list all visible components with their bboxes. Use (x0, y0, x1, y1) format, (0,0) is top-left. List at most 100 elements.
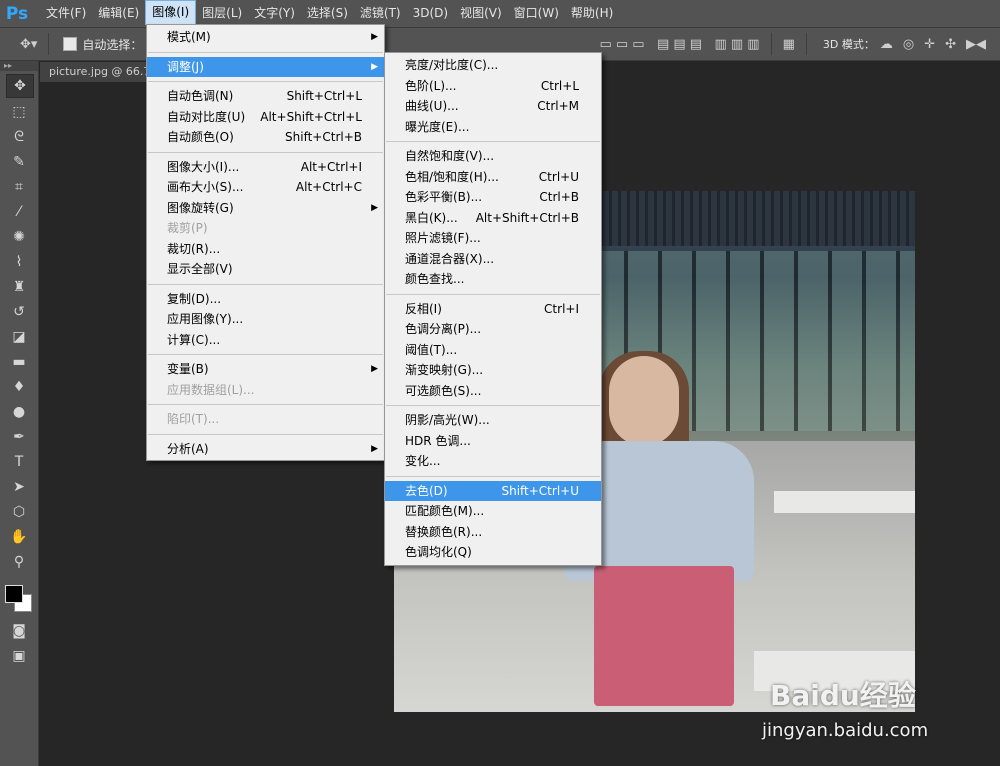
menu-item[interactable]: 自动对比度(U) Alt+Shift+Ctrl+L (147, 107, 384, 128)
dodge-tool-icon[interactable]: ● (6, 401, 32, 423)
move-tool-preset-icon[interactable]: ✥▾ (20, 37, 37, 52)
menu-item[interactable]: 去色(D) Shift+Ctrl+U (385, 480, 601, 501)
menu-item[interactable]: 自动颜色(O) Shift+Ctrl+B (147, 127, 384, 148)
marquee-tool-icon[interactable]: ⬚ (6, 101, 32, 123)
auto-align-icon[interactable]: ▦ (783, 37, 795, 52)
menu-item[interactable]: 图像大小(I)... Alt+Ctrl+I (147, 157, 384, 178)
align-icons[interactable]: ▭ ▭ ▭ ▤ ▤ ▤ ▥ ▥ ▥ (599, 37, 759, 52)
menu-item[interactable]: 反相(I) Ctrl+I (385, 299, 601, 320)
healing-brush-tool-icon[interactable]: ✺ (6, 226, 32, 248)
menu-item[interactable]: 图像旋转(G) ▶ (147, 198, 384, 219)
menu-item[interactable]: 曝光度(E)... (385, 117, 601, 138)
menu-item[interactable]: 匹配颜色(M)... (385, 501, 601, 522)
menu-item[interactable]: 可选颜色(S)... (385, 381, 601, 402)
3d-slide-icon[interactable]: ✣ (945, 37, 956, 52)
menu-2[interactable]: 图像(I) (145, 0, 197, 25)
menu-item[interactable]: 裁切(R)... (147, 239, 384, 260)
menu-item[interactable]: 色彩平衡(B)... Ctrl+B (385, 187, 601, 208)
3d-rotate-icon[interactable]: ☁ (880, 37, 893, 52)
pen-tool-icon[interactable]: ✒ (6, 426, 32, 448)
image-menu-dropdown: 模式(M) ▶ 调整(J) ▶ 自动色调(N) Shift+Ctrl+L 自动对比度(U) A… (146, 24, 385, 461)
menu-item-label: 色调分离(P)... (405, 322, 482, 336)
menu-item[interactable]: 复制(D)... (147, 289, 384, 310)
menu-8[interactable]: 视图(V) (454, 0, 508, 27)
menu-item[interactable]: 色调均化(Q) (385, 542, 601, 563)
menu-3[interactable]: 图层(L) (196, 0, 248, 27)
menu-item[interactable]: 色调分离(P)... (385, 319, 601, 340)
foreground-color[interactable] (5, 585, 23, 603)
menu-item[interactable]: 色阶(L)... Ctrl+L (385, 76, 601, 97)
menu-1[interactable]: 编辑(E) (92, 0, 145, 27)
menu-9[interactable]: 窗口(W) (508, 0, 565, 27)
menu-item[interactable]: 自然饱和度(V)... (385, 146, 601, 167)
blur-tool-icon[interactable]: ♦ (6, 376, 32, 398)
menu-item: 裁剪(P) (147, 218, 384, 239)
menu-item[interactable]: 黑白(K)... Alt+Shift+Ctrl+B (385, 208, 601, 229)
3d-roll-icon[interactable]: ◎ (903, 37, 914, 52)
menu-item[interactable]: 曲线(U)... Ctrl+M (385, 96, 601, 117)
menu-item[interactable]: 变化... (385, 451, 601, 472)
3d-pan-icon[interactable]: ✛ (924, 37, 935, 52)
photo-canopy (594, 191, 915, 246)
menu-item[interactable]: 渐变映射(G)... (385, 360, 601, 381)
menu-item-label: 色相/饱和度(H)... (405, 169, 499, 184)
menu-item[interactable]: 阈值(T)... (385, 340, 601, 361)
menu-item[interactable]: 颜色查找... (385, 269, 601, 290)
color-swatches[interactable] (0, 577, 38, 617)
menu-item[interactable]: 照片滤镜(F)... (385, 228, 601, 249)
shape-tool-icon[interactable]: ⬡ (6, 501, 32, 523)
menu-item[interactable]: 变量(B) ▶ (147, 359, 384, 380)
panel-collapse-icon[interactable]: ▸▸ (0, 61, 38, 71)
menu-5[interactable]: 选择(S) (301, 0, 354, 27)
menu-item-label: 调整(J) (167, 59, 204, 74)
menu-item[interactable]: 色相/饱和度(H)... Ctrl+U (385, 167, 601, 188)
move-tool-icon[interactable]: ✥ (6, 74, 34, 98)
zoom-tool-icon[interactable]: ⚲ (6, 551, 32, 573)
type-tool-icon[interactable]: T (6, 451, 32, 473)
menu-item[interactable]: 画布大小(S)... Alt+Ctrl+C (147, 177, 384, 198)
menu-item: 陷印(T)... (147, 409, 384, 430)
screen-mode-icon[interactable]: ▣ (6, 645, 32, 667)
menu-item[interactable]: 显示全部(V) (147, 259, 384, 280)
menu-item-label: 曲线(U)... (405, 99, 459, 113)
menu-item[interactable]: 替换颜色(R)... (385, 522, 601, 543)
history-brush-tool-icon[interactable]: ↺ (6, 301, 32, 323)
menu-4[interactable]: 文字(Y) (248, 0, 301, 27)
menu-item[interactable]: 亮度/对比度(C)... (385, 55, 601, 76)
document-tab[interactable]: picture.jpg @ 66.7 (40, 62, 157, 82)
menu-item-label: 应用图像(Y)... (167, 312, 244, 326)
menu-item[interactable]: 计算(C)... (147, 330, 384, 351)
eraser-tool-icon[interactable]: ◪ (6, 326, 32, 348)
menu-item-shortcut: Shift+Ctrl+B (285, 130, 362, 144)
brush-tool-icon[interactable]: ⌇ (6, 251, 32, 273)
3d-scale-icon[interactable]: ▶◀ (966, 37, 986, 52)
hand-tool-icon[interactable]: ✋ (6, 526, 32, 548)
menu-item-shortcut: Ctrl+L (540, 78, 579, 93)
menu-item[interactable]: 自动色调(N) Shift+Ctrl+L (147, 86, 384, 107)
lasso-tool-icon[interactable]: ᘓ (6, 126, 32, 148)
menu-item[interactable]: 分析(A) ▶ (147, 439, 384, 460)
menu-item[interactable]: 调整(J) ▶ (147, 56, 384, 77)
menu-10[interactable]: 帮助(H) (565, 0, 619, 27)
gradient-tool-icon[interactable]: ▬ (6, 351, 32, 373)
menu-item-label: 自动色调(N) (167, 89, 234, 103)
submenu-arrow-icon: ▶ (371, 202, 378, 213)
menu-item[interactable]: 模式(M) ▶ (147, 27, 384, 48)
auto-select-checkbox[interactable] (63, 37, 78, 51)
menu-7[interactable]: 3D(D) (407, 0, 454, 27)
menu-item[interactable]: 应用图像(Y)... (147, 309, 384, 330)
menu-item[interactable]: 阴影/高光(W)... (385, 410, 601, 431)
menu-6[interactable]: 滤镜(T) (354, 0, 407, 27)
menu-item[interactable]: 通道混合器(X)... (385, 249, 601, 270)
crop-tool-icon[interactable]: ⌗ (6, 176, 32, 198)
menu-separator (148, 81, 383, 82)
path-selection-tool-icon[interactable]: ➤ (6, 476, 32, 498)
quick-selection-tool-icon[interactable]: ✎ (6, 151, 32, 173)
menu-item-shortcut: Alt+Shift+Ctrl+L (260, 109, 362, 124)
menu-item[interactable]: HDR 色调... (385, 431, 601, 452)
eyedropper-tool-icon[interactable]: ⁄ (6, 201, 32, 223)
menu-0[interactable]: 文件(F) (40, 0, 92, 27)
submenu-arrow-icon: ▶ (371, 61, 378, 72)
quick-mask-icon[interactable]: ◙ (6, 620, 32, 642)
clone-stamp-tool-icon[interactable]: ♜ (6, 276, 32, 298)
